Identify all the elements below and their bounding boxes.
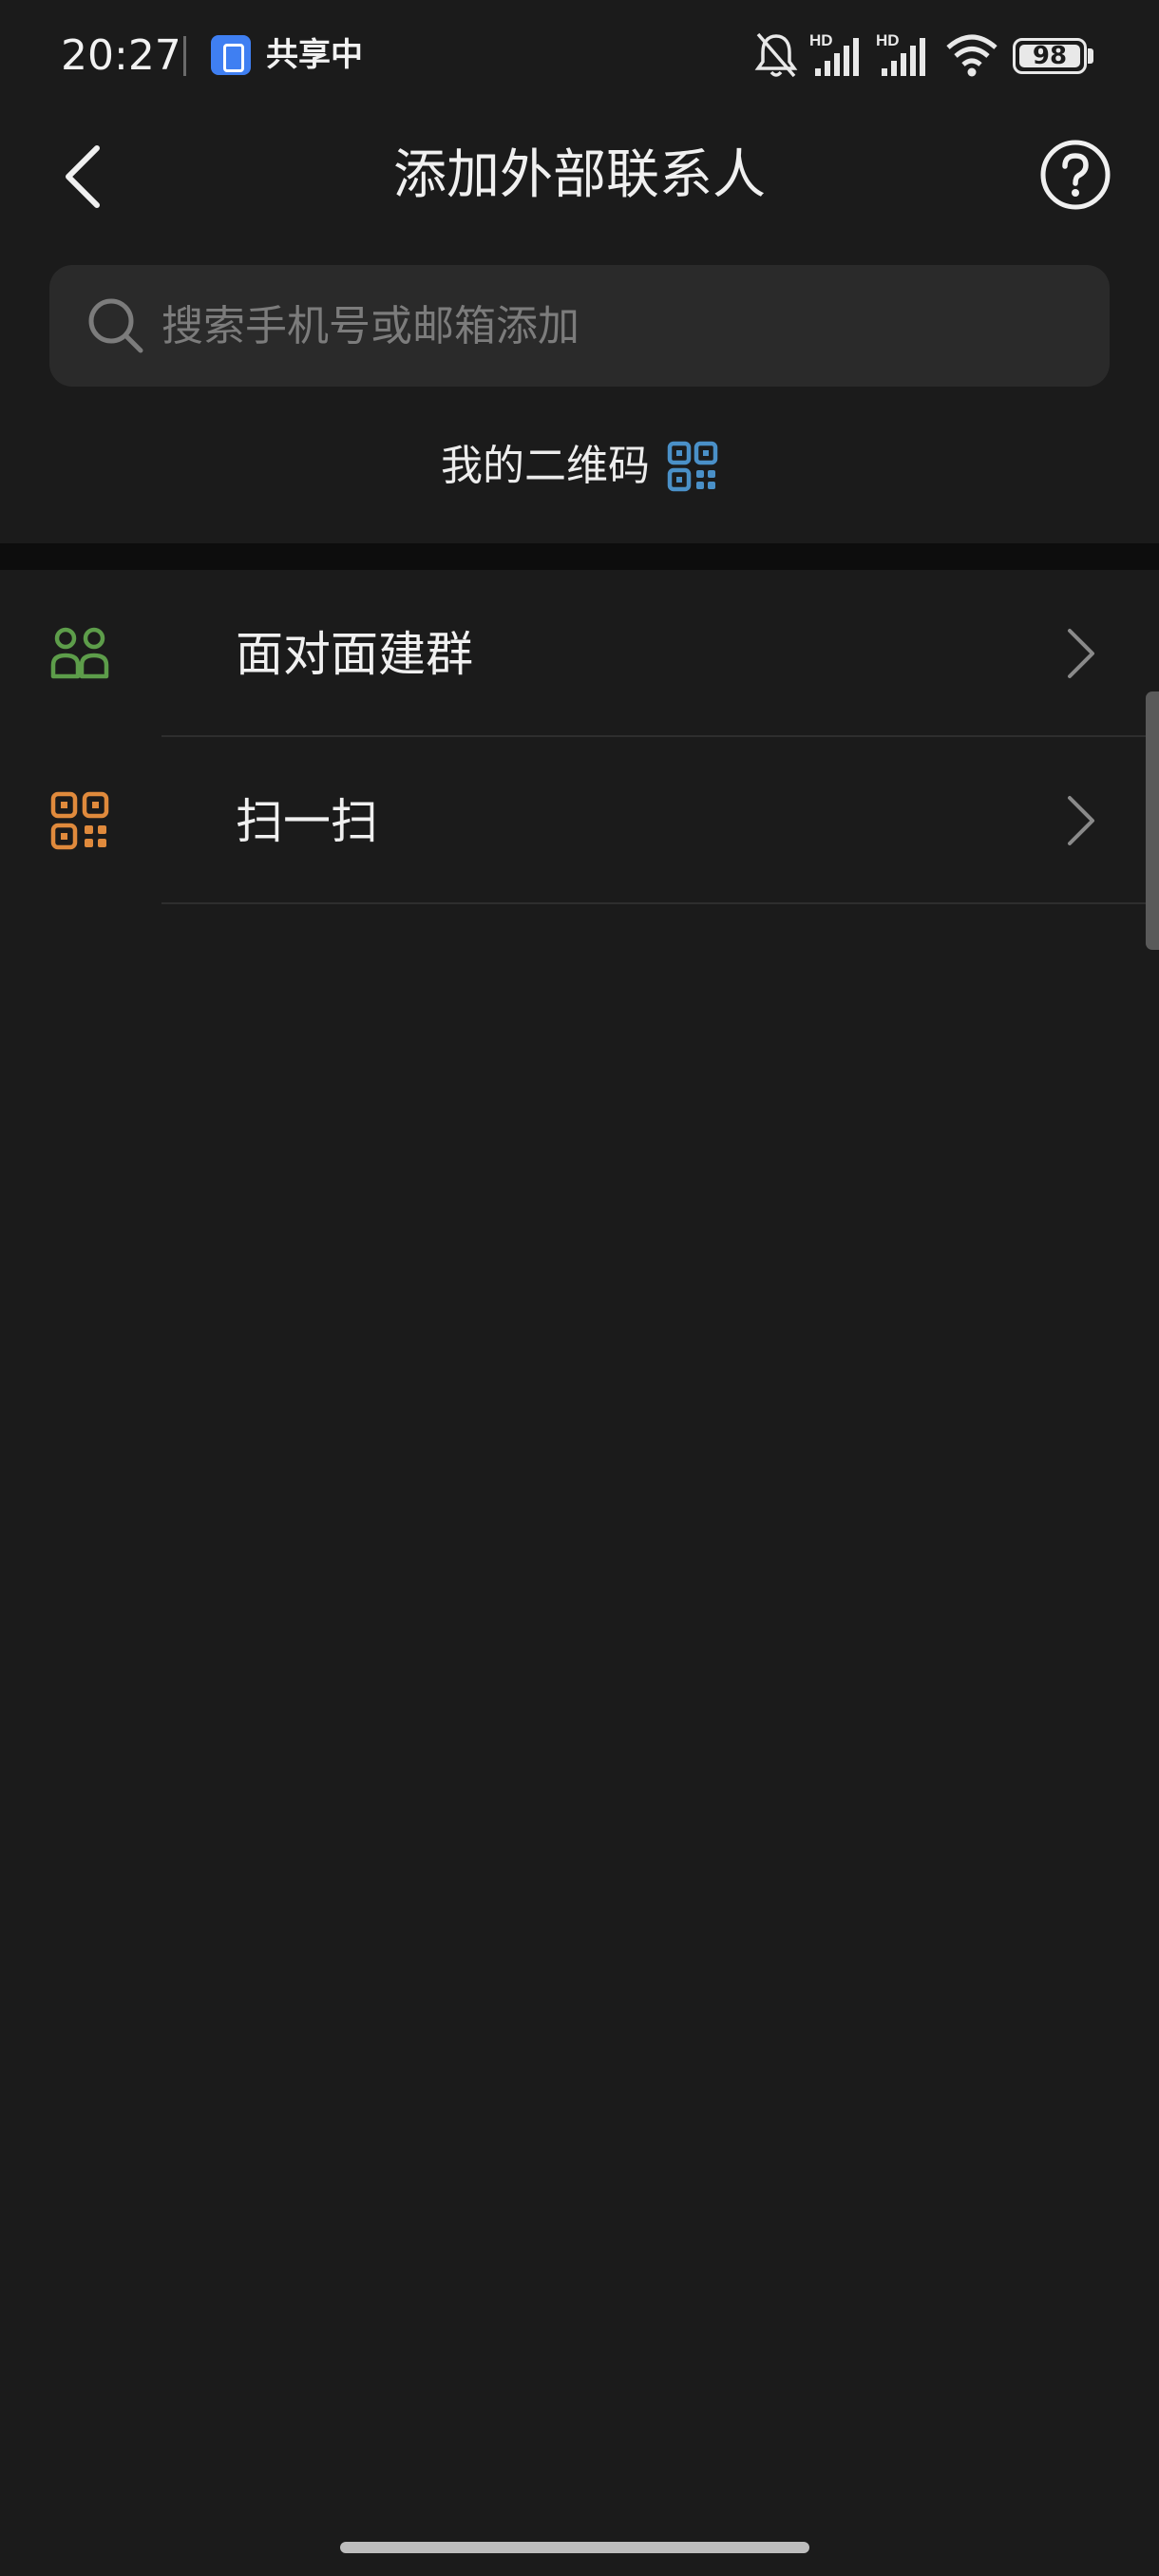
list-item-face-to-face-group[interactable]: 面对面建群 [0, 570, 1159, 737]
list-divider [162, 902, 1159, 904]
title-bar: 添加外部联系人 [0, 123, 1159, 228]
list-item-label: 扫一扫 [236, 794, 378, 849]
search-box[interactable] [49, 265, 1110, 387]
help-circle-icon[interactable] [1037, 137, 1113, 213]
signal-hd-icon: HD [809, 31, 859, 76]
chevron-right-icon [1068, 796, 1094, 845]
signal-hd-label: HD [876, 31, 900, 49]
wifi-icon [946, 34, 998, 77]
qr-code-icon [667, 441, 718, 492]
page-title: 添加外部联系人 [393, 144, 766, 206]
battery-icon: 98 [1013, 38, 1087, 74]
chevron-right-icon [1068, 629, 1094, 678]
status-bar: 20:27 共享中 HD HD 98 [0, 0, 1159, 112]
list-item-label: 面对面建群 [236, 627, 473, 682]
signal-hd-label: HD [809, 31, 833, 49]
screen: 20:27 共享中 HD HD 98 添加外部联系人 搜索手机号或邮箱添加 我的… [0, 0, 1159, 2576]
section-divider [0, 543, 1159, 570]
battery-tip [1088, 48, 1093, 64]
status-divider [183, 36, 186, 76]
mute-bell-icon [754, 32, 798, 78]
home-indicator[interactable] [340, 2542, 809, 2553]
scan-icon [50, 791, 109, 850]
search-icon [88, 298, 143, 353]
status-time: 20:27 [61, 31, 181, 80]
signal-hd-icon: HD [876, 31, 925, 76]
my-qr-code-label: 我的二维码 [441, 442, 650, 490]
menu-list: 面对面建群 扫一扫 [0, 570, 1159, 904]
list-item-scan[interactable]: 扫一扫 [0, 737, 1159, 904]
search-input[interactable] [162, 265, 1092, 387]
my-qr-code-link[interactable]: 我的二维码 [0, 433, 1159, 500]
face-to-face-group-icon [50, 627, 109, 679]
battery-level: 98 [1032, 42, 1068, 70]
scrollbar[interactable] [1146, 691, 1159, 950]
share-screen-icon [211, 35, 251, 75]
sharing-label: 共享中 [266, 36, 363, 74]
